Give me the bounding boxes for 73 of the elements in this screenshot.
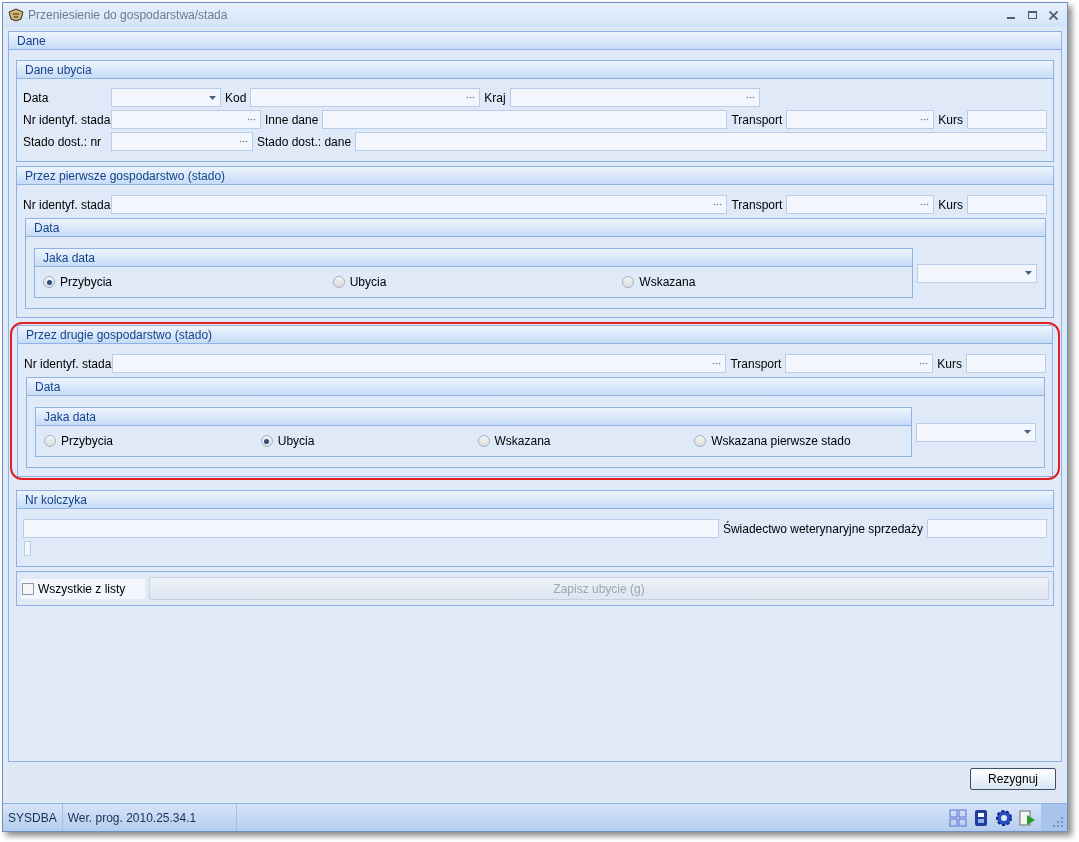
resize-grip-icon[interactable] (1053, 817, 1063, 827)
document-play-icon[interactable] (1019, 808, 1037, 827)
status-text: SYSDBA (3, 804, 63, 831)
radio-button[interactable] (43, 276, 55, 288)
field-label: Inne dane (265, 111, 319, 129)
field-label: Data (23, 89, 50, 107)
radio-button[interactable] (332, 276, 345, 288)
supplier-herd-data-field[interactable] (355, 132, 1047, 151)
field-label: Transport (730, 355, 782, 373)
radio-button[interactable] (477, 435, 490, 447)
herd-id-field[interactable] (112, 354, 727, 373)
app-logo-icon (8, 8, 24, 22)
caret-icon (1024, 430, 1031, 434)
group-title: Data (26, 219, 1045, 237)
grid-icon[interactable] (949, 808, 967, 827)
field-label: Kurs (938, 196, 963, 214)
radio-button[interactable] (622, 276, 635, 288)
group-title: Przez pierwsze gospodarstwo (stado) (17, 167, 1053, 185)
radio-label: Ubycia (349, 274, 387, 291)
radio-button[interactable] (260, 435, 273, 447)
field-label: Kod (225, 89, 247, 107)
checkbox-label: Wszystkie z listy (38, 580, 126, 598)
certificate-field[interactable] (927, 519, 1047, 538)
radio-label: Wskazana (639, 274, 696, 291)
supplier-herd-number-field[interactable] (111, 132, 253, 151)
rate-field[interactable] (966, 354, 1046, 373)
rate-field[interactable] (967, 110, 1047, 129)
close-icon[interactable] (1049, 10, 1058, 20)
field-label: Transport (731, 196, 783, 214)
radio-label: Wskazana (494, 433, 551, 450)
radio-button[interactable] (44, 435, 56, 447)
group-title: Data (27, 378, 1044, 396)
status-text: Wer. prog. 2010.25.34.1 (62, 804, 238, 831)
group-title: Nr kolczyka (17, 491, 1053, 509)
date-dropdown[interactable] (916, 422, 1036, 442)
radio-label: Przybycia (61, 433, 113, 450)
other-data-field[interactable] (322, 110, 728, 129)
herd-id-field[interactable] (111, 195, 728, 214)
rate-field[interactable] (967, 195, 1047, 214)
field-label: Stado dost.: nr (23, 133, 103, 151)
radio-label: Ubycia (277, 433, 315, 450)
gear-icon[interactable] (995, 808, 1013, 827)
transport-field[interactable] (786, 195, 935, 214)
transport-field[interactable] (786, 110, 935, 129)
field-label: Kurs (937, 355, 962, 373)
radio-label: Przybycia (60, 274, 112, 291)
radio-label: Wskazana pierwsze stado (711, 433, 851, 450)
group-title: Jaka data (35, 249, 912, 267)
group-title: Dane ubycia (17, 61, 1053, 79)
transport-field[interactable] (785, 354, 934, 373)
herd-id-field[interactable] (111, 110, 261, 129)
window-title: Przeniesienie do gospodarstwa/stada (28, 7, 229, 24)
ear-tag-field[interactable] (23, 519, 719, 538)
field-label: Świadectwo weterynaryjne sprzedaży (722, 520, 923, 538)
field-label: Kraj (484, 89, 506, 107)
date-dropdown[interactable] (917, 263, 1037, 283)
country-field[interactable] (509, 88, 760, 107)
small-field[interactable] (24, 541, 31, 556)
maximize-icon[interactable] (1028, 10, 1037, 20)
field-label: Transport (731, 111, 783, 129)
date-dropdown[interactable] (111, 88, 221, 107)
database-icon[interactable] (973, 808, 989, 827)
caret-icon (1025, 271, 1032, 275)
code-field[interactable] (250, 88, 481, 107)
cancel-button[interactable]: Rezygnuj (970, 768, 1056, 790)
caret-icon (209, 95, 216, 100)
radio-button[interactable] (694, 435, 707, 447)
field-label: Kurs (938, 111, 963, 129)
group-title: Przez drugie gospodarstwo (stado) (18, 326, 1052, 344)
panel-title: Dane (9, 32, 1061, 50)
field-label: Stado dost.: dane (257, 133, 352, 151)
checkbox[interactable] (22, 582, 34, 595)
group-title: Jaka data (36, 408, 911, 426)
